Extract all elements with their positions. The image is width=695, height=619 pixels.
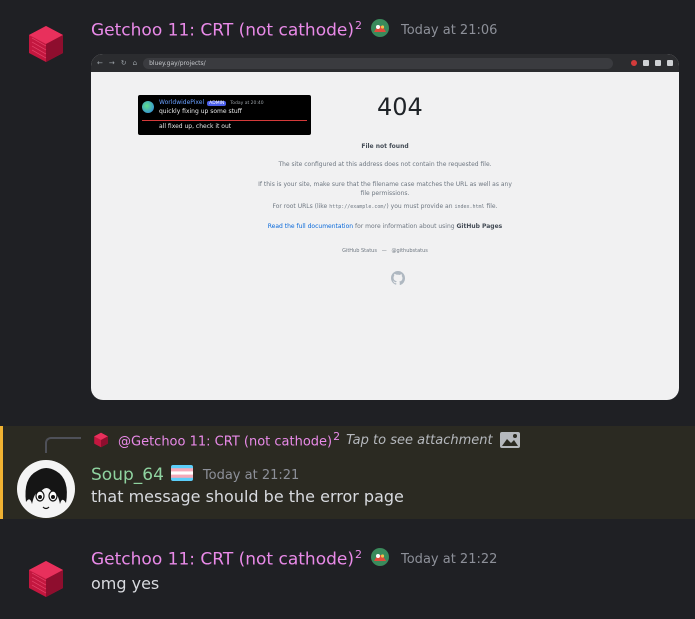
soup-avatar[interactable]: [17, 460, 75, 518]
parrot-emoji-icon: [369, 546, 391, 572]
author-name[interactable]: Getchoo 11: CRT (not cathode)2: [91, 548, 362, 570]
error-code: 404: [377, 93, 423, 121]
parrot-emoji-icon: [369, 17, 391, 43]
error-paragraph: The site configured at this address does…: [278, 161, 492, 168]
documentation-line: Read the full documentation for more inf…: [267, 223, 503, 230]
error-page: WorldwidePixel ADMIN Today at 20:40 quickl…: [91, 72, 679, 400]
anime-avatar-icon: [17, 460, 75, 518]
reply-spine: [45, 437, 81, 453]
error-paragraph: For root URLs (like http://example.com/)…: [272, 203, 498, 210]
red-cube-icon: [94, 432, 108, 448]
timestamp[interactable]: Today at 21:06: [401, 23, 497, 38]
message-header: Getchoo 11: CRT (not cathode)2 Today at …: [91, 17, 497, 43]
reply-preview-text: Tap to see attachment: [346, 432, 493, 448]
back-icon: ←: [97, 59, 103, 67]
getchoo-avatar[interactable]: [26, 24, 66, 64]
reload-icon: ↻: [120, 59, 127, 67]
error-paragraph: If this is your site, make sure that the…: [258, 181, 512, 197]
red-cube-icon: [29, 26, 63, 62]
red-cube-icon: [29, 561, 63, 597]
status-footer: GitHub Status — @githubstatus: [342, 248, 428, 254]
mention-highlight-bar: [0, 426, 3, 519]
forward-icon: →: [108, 59, 115, 67]
address-bar: bluey.gay/projects/: [143, 57, 614, 69]
message-soup: @Getchoo 11: CRT (not cathode)2 Tap to s…: [0, 426, 695, 519]
extension-icon: [631, 60, 637, 66]
image-icon: [499, 432, 520, 448]
getchoo-avatar[interactable]: [26, 559, 66, 599]
message-content: omg yes: [91, 574, 160, 593]
message-getchoo-1: Getchoo 11: CRT (not cathode)2 Today at …: [0, 0, 695, 420]
home-icon: ⌂: [132, 59, 138, 67]
timestamp[interactable]: Today at 21:21: [203, 468, 299, 483]
extension-icon: [643, 60, 649, 66]
avatar: [142, 101, 154, 113]
trans-flag-icon: [170, 465, 193, 485]
message-header: Soup_64 Today at 21:21: [91, 462, 299, 488]
message-getchoo-2: Getchoo 11: CRT (not cathode)2 Today at …: [0, 519, 695, 619]
extension-icon: [655, 60, 661, 66]
message-content: that message should be the error page: [91, 487, 404, 506]
author-name[interactable]: Getchoo 11: CRT (not cathode)2: [91, 19, 362, 41]
sidebar-icon: [667, 60, 673, 66]
quoted-message: WorldwidePixel ADMIN Today at 20:40 quickl…: [138, 95, 311, 135]
image-attachment[interactable]: ← → ↻ ⌂ bluey.gay/projects/ WorldwidePix…: [91, 54, 679, 400]
reply-mention[interactable]: @Getchoo 11: CRT (not cathode)2: [118, 430, 340, 449]
reply-reference[interactable]: @Getchoo 11: CRT (not cathode)2 Tap to s…: [93, 430, 520, 450]
timestamp[interactable]: Today at 21:22: [401, 552, 497, 567]
browser-toolbar: ← → ↻ ⌂ bluey.gay/projects/: [91, 54, 679, 72]
error-title: File not found: [361, 143, 409, 150]
message-header: Getchoo 11: CRT (not cathode)2 Today at …: [91, 546, 497, 572]
author-name[interactable]: Soup_64: [91, 465, 164, 485]
github-logo-icon: [391, 271, 405, 285]
